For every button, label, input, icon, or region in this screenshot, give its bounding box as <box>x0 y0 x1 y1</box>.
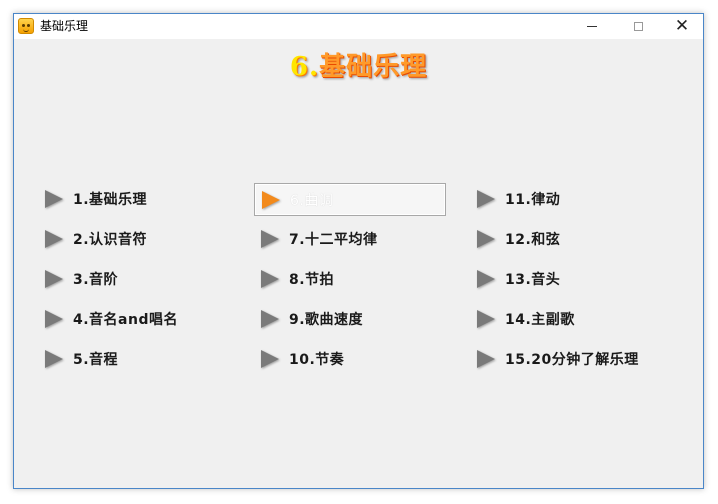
menu-item-9[interactable]: 9.歌曲速度 <box>261 304 363 334</box>
play-arrow-icon <box>477 230 495 248</box>
menu-item-label: 2.认识音符 <box>73 232 148 248</box>
menu-item-14[interactable]: 14.主副歌 <box>477 304 575 334</box>
menu-item-15[interactable]: 15.20分钟了解乐理 <box>477 344 639 374</box>
play-arrow-icon <box>45 190 63 208</box>
menu-item-label: 9.歌曲速度 <box>289 312 364 328</box>
play-arrow-icon <box>477 310 495 328</box>
close-icon: ✕ <box>674 16 690 36</box>
play-arrow-icon <box>261 350 279 368</box>
menu-item-4[interactable]: 4.音名and唱名 <box>45 304 178 334</box>
menu-item-label: 10.节奏 <box>289 352 345 368</box>
menu-item-1[interactable]: 1.基础乐理 <box>45 184 147 214</box>
play-arrow-icon <box>477 190 495 208</box>
menu-item-13[interactable]: 13.音头 <box>477 264 560 294</box>
play-arrow-icon <box>261 310 279 328</box>
menu-item-label: 15.20分钟了解乐理 <box>505 352 639 368</box>
menu-item-7[interactable]: 7.十二平均律 <box>261 224 378 254</box>
page-header: 6.基础乐理 <box>14 49 703 85</box>
play-arrow-icon <box>477 270 495 288</box>
maximize-button[interactable] <box>615 14 661 39</box>
header-title: 基础乐理 <box>319 52 428 82</box>
play-arrow-icon <box>261 270 279 288</box>
play-arrow-icon <box>261 230 279 248</box>
app-smiley-icon <box>18 18 34 34</box>
menu-item-label: 14.主副歌 <box>505 312 575 328</box>
play-arrow-icon <box>262 190 280 209</box>
menu-item-6[interactable]: 6.曲调 <box>254 183 446 216</box>
window-title: 基础乐理 <box>40 19 89 33</box>
menu-item-label: 13.音头 <box>505 272 561 288</box>
maximize-icon <box>633 22 643 31</box>
menu-item-label: 12.和弦 <box>505 232 561 248</box>
play-arrow-icon <box>45 270 63 288</box>
menu-item-label: 8.节拍 <box>289 272 335 288</box>
app-window: 基础乐理 ✕ 6.基础乐理 1.基础乐理 2.认识音符 3.音阶 4.音名and… <box>13 13 704 489</box>
minimize-icon <box>587 26 597 27</box>
menu-item-label: 11.律动 <box>505 192 561 208</box>
play-arrow-icon <box>45 310 63 328</box>
close-button[interactable]: ✕ <box>659 14 705 39</box>
menu-item-2[interactable]: 2.认识音符 <box>45 224 147 254</box>
menu-item-5[interactable]: 5.音程 <box>45 344 118 374</box>
menu-item-label: 1.基础乐理 <box>73 192 148 208</box>
menu-item-11[interactable]: 11.律动 <box>477 184 560 214</box>
play-arrow-icon <box>477 350 495 368</box>
menu-item-12[interactable]: 12.和弦 <box>477 224 560 254</box>
menu-item-3[interactable]: 3.音阶 <box>45 264 118 294</box>
play-arrow-icon <box>45 230 63 248</box>
minimize-button[interactable] <box>569 14 615 39</box>
play-arrow-icon <box>45 350 63 368</box>
menu-item-label: 3.音阶 <box>73 272 119 288</box>
menu-item-label: 4.音名and唱名 <box>73 312 178 328</box>
menu-item-label: 7.十二平均律 <box>289 232 378 248</box>
menu-item-8[interactable]: 8.节拍 <box>261 264 334 294</box>
menu-item-10[interactable]: 10.节奏 <box>261 344 344 374</box>
title-bar[interactable]: 基础乐理 ✕ <box>14 14 703 39</box>
menu-item-label: 6.曲调 <box>290 192 334 209</box>
header-number: 6. <box>289 52 320 82</box>
menu-item-label: 5.音程 <box>73 352 119 368</box>
